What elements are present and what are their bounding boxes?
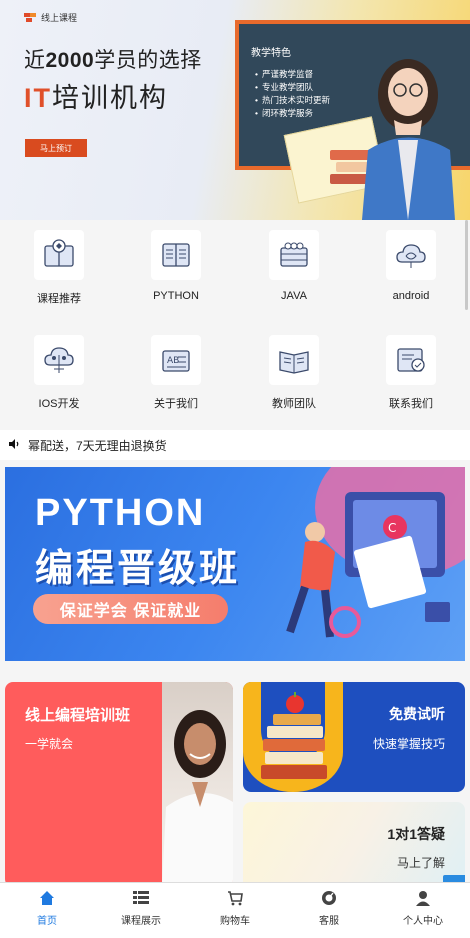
tab-service[interactable]: 客服	[282, 883, 376, 938]
scrollbar[interactable]	[465, 220, 468, 310]
category-label: 教师团队	[272, 398, 316, 410]
category-teacher-team[interactable]: 教师团队	[235, 325, 353, 425]
card-title: 1对1答疑	[387, 826, 445, 842]
category-ios[interactable]: IOS开发	[0, 325, 118, 425]
notice-text: 幂配送，7天无理由退换货	[28, 438, 167, 453]
teacher-illustration	[362, 59, 455, 220]
site-logo[interactable]: 线上课程	[24, 11, 77, 24]
hero-title-line2: IT培训机构	[24, 83, 168, 113]
category-java[interactable]: JAVA	[235, 220, 353, 320]
category-label: IOS开发	[38, 398, 80, 410]
card-title: 免费试听	[389, 706, 445, 722]
hero-title-line1: 近2000学员的选择	[24, 49, 202, 72]
category-icon-box	[34, 230, 84, 280]
team-grid-icon	[280, 242, 308, 267]
logo-text: 线上课程	[41, 13, 78, 23]
tab-profile[interactable]: 个人中心	[376, 883, 470, 938]
tab-label: 客服	[319, 916, 339, 927]
board-title: 教学特色	[251, 48, 291, 59]
category-label: JAVA	[281, 290, 307, 302]
cloud-tree-icon	[44, 347, 74, 373]
category-label: android	[392, 290, 430, 302]
programmer-illustration: C	[286, 492, 450, 638]
card-subtitle: 快速掌握技巧	[372, 737, 445, 751]
free-trial-card[interactable]: 免费试听 快速掌握技巧	[243, 682, 465, 792]
headset-icon	[320, 889, 338, 907]
book-brain-icon	[44, 239, 74, 267]
logo-mark-icon	[24, 12, 36, 24]
category-icon-box	[269, 230, 319, 280]
category-contact-us[interactable]: 联系我们	[352, 325, 470, 425]
board-feature-item: 严谨教学监督	[255, 68, 330, 81]
board-feature-item: 闭环教学服务	[255, 107, 330, 120]
board-feature-item: 热门技术实时更新	[255, 94, 330, 107]
category-icon-box	[269, 335, 319, 385]
svg-text:C: C	[388, 521, 396, 535]
open-book-icon	[279, 351, 309, 374]
category-label: 联系我们	[389, 398, 433, 410]
list-icon	[132, 889, 150, 907]
cloud-brain-icon	[396, 244, 426, 268]
category-label: 课程推荐	[37, 293, 81, 305]
category-python[interactable]: PYTHON	[117, 220, 235, 320]
certificate-icon	[397, 348, 425, 372]
banner-title-line1: PYTHON	[35, 492, 206, 534]
category-label: PYTHON	[153, 290, 199, 302]
card-title: 线上编程培训班	[25, 707, 131, 724]
speaker-icon	[8, 438, 20, 453]
bottom-tab-bar: 首页 课程展示 购物车 客服 个人中心	[0, 882, 470, 938]
category-icon-box	[151, 230, 201, 280]
category-grid: 课程推荐 PYTHON JAVA android IOS开发 AB 关于我们 教…	[0, 220, 470, 430]
apple-books-illustration	[261, 692, 327, 779]
book-now-button[interactable]: 马上预订	[25, 139, 87, 157]
tab-home[interactable]: 首页	[0, 883, 94, 938]
tab-courses[interactable]: 课程展示	[94, 883, 188, 938]
category-course-recommend[interactable]: 课程推荐	[0, 220, 118, 320]
hero-banner[interactable]: 线上课程 近2000学员的选择 IT培训机构 马上预订 教学特色 严谨教学监督 …	[0, 0, 470, 220]
tab-label: 首页	[37, 916, 57, 927]
user-icon	[414, 889, 432, 907]
category-icon-box	[386, 230, 436, 280]
tab-cart[interactable]: 购物车	[188, 883, 282, 938]
category-icon-box: AB	[151, 335, 201, 385]
tab-label: 个人中心	[403, 916, 443, 927]
tab-label: 课程展示	[121, 916, 161, 927]
qa-card[interactable]: 1对1答疑 马上了解	[243, 802, 465, 892]
category-icon-box	[34, 335, 84, 385]
banner-title-line2: 编程晋级班	[35, 548, 241, 590]
board-feature-list: 严谨教学监督 专业教学团队 热门技术实时更新 闭环教学服务	[255, 68, 330, 120]
category-android[interactable]: android	[352, 220, 470, 320]
cart-icon	[226, 889, 244, 907]
card-photo	[162, 682, 233, 887]
document-lines-icon	[162, 243, 190, 267]
card-subtitle: 一学就会	[25, 737, 74, 751]
notice-bar[interactable]: 幂配送，7天无理由退换货	[0, 430, 470, 460]
category-about-us[interactable]: AB 关于我们	[117, 325, 235, 425]
board-feature-item: 专业教学团队	[255, 81, 330, 94]
home-icon	[38, 889, 56, 907]
woman-portrait-illustration	[162, 710, 233, 887]
python-course-banner[interactable]: PYTHON 编程晋级班 保证学会 保证就业 C	[5, 467, 465, 661]
tab-label: 购物车	[220, 916, 250, 927]
abc-book-icon: AB	[162, 350, 190, 372]
online-training-card[interactable]: 线上编程培训班 一学就会	[5, 682, 233, 887]
banner-pill: 保证学会 保证就业	[33, 594, 228, 624]
category-label: 关于我们	[154, 398, 198, 410]
card-subtitle: 马上了解	[396, 856, 445, 870]
svg-text:AB: AB	[167, 356, 179, 366]
category-icon-box	[386, 335, 436, 385]
